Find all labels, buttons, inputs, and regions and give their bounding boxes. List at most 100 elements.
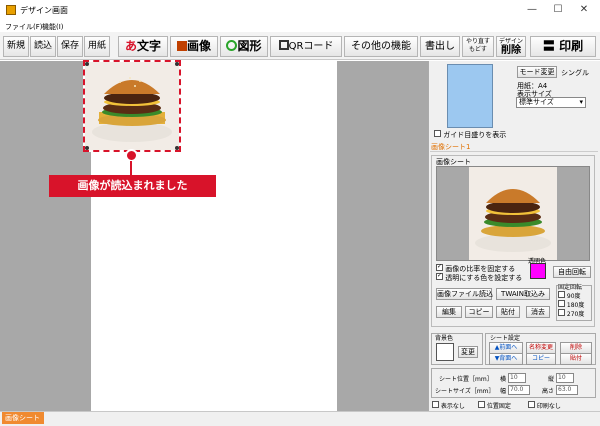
undo-label: もどす	[469, 46, 487, 53]
qr-button-label: QRコード	[288, 41, 334, 52]
lock-position-label: 位置固定	[486, 403, 511, 410]
paper-preview	[447, 64, 493, 128]
callout-label: 画像が読込まれました	[49, 175, 216, 197]
rotate-270-checkbox[interactable]	[558, 309, 565, 316]
menu-bar	[0, 20, 600, 32]
transparent-checkbox[interactable]	[436, 273, 443, 280]
sheet-position-label: シート位置［mm］	[439, 376, 493, 383]
shape-button[interactable]: 図形	[220, 36, 268, 57]
paste-sheet-button[interactable]: 貼付	[560, 353, 592, 365]
display-size-value: 標準サイズ	[519, 98, 554, 106]
lock-position-row[interactable]: 位置固定	[478, 401, 511, 410]
rotate-180-row[interactable]: 180度	[558, 300, 584, 309]
keep-ratio-checkbox[interactable]	[436, 264, 443, 271]
mode-change-button[interactable]: モード変更	[517, 66, 557, 78]
copy-button[interactable]: コピー	[465, 306, 493, 318]
delete-bottom-label: 削除	[501, 45, 521, 56]
shape-button-label: 図形	[237, 39, 262, 53]
background-color-label: 背景色	[435, 335, 454, 342]
transparent-set-label: 透明にする色を設定する	[445, 274, 523, 282]
text-button-label: 文字	[137, 39, 162, 53]
window-title: デザイン画面	[20, 6, 68, 15]
undo-button[interactable]: やり直す もどす	[462, 36, 494, 57]
width-label: 幅	[500, 388, 507, 395]
rotate-90-label: 90度	[566, 293, 581, 300]
lock-position-checkbox[interactable]	[478, 401, 485, 408]
display-size-select[interactable]: 標準サイズ ▾	[516, 97, 586, 108]
status-bar	[0, 411, 600, 426]
rotate-180-checkbox[interactable]	[558, 300, 565, 307]
no-print-row[interactable]: 印刷なし	[528, 401, 561, 410]
send-back-button[interactable]: ▼背面へ	[489, 353, 523, 365]
hide-label: 表示なし	[440, 403, 465, 410]
twain-import-button[interactable]: TWAIN取込み	[496, 288, 550, 300]
no-print-checkbox[interactable]	[528, 401, 535, 408]
text-tool-icon: あ	[124, 39, 137, 53]
print-button[interactable]: 〓 印刷	[530, 36, 596, 57]
rotate-180-label: 180度	[566, 302, 585, 309]
paper-button[interactable]: 用紙	[84, 36, 110, 57]
rotate-90-row[interactable]: 90度	[558, 291, 581, 300]
background-color-swatch[interactable]	[436, 343, 454, 361]
load-button[interactable]: 読込	[30, 36, 56, 57]
no-print-label: 印刷なし	[536, 403, 561, 410]
close-button[interactable]: ✕	[572, 2, 596, 18]
minimize-button[interactable]: —	[520, 2, 544, 18]
guide-label: ガイド目盛りを表示	[443, 131, 507, 139]
rotate-90-checkbox[interactable]	[558, 291, 565, 298]
image-button-label: 画像	[186, 39, 211, 53]
new-button[interactable]: 新規	[3, 36, 29, 57]
image-button[interactable]: 画像	[170, 36, 218, 57]
image-tool-icon	[176, 41, 187, 51]
text-button[interactable]: あ文字	[118, 36, 168, 57]
x-position-input[interactable]: 10	[508, 373, 526, 383]
title-bar	[0, 0, 600, 20]
y-position-input[interactable]: 10	[556, 373, 574, 383]
menu-function[interactable]: 機能(I)	[42, 22, 64, 32]
qr-button[interactable]: QRコード	[270, 36, 342, 57]
transparent-color-swatch[interactable]	[530, 263, 546, 279]
copy-sheet-button[interactable]: コピー	[526, 353, 556, 365]
hide-checkbox[interactable]	[432, 401, 439, 408]
tab-image-sheet-1[interactable]: 画像シート1	[431, 142, 470, 152]
fixed-rotation-label: 固定回転	[558, 282, 583, 291]
image-preview	[436, 166, 590, 261]
callout-line	[130, 161, 132, 175]
print-icon: 〓	[542, 39, 555, 53]
guide-checkbox-row[interactable]: ガイド目盛りを表示	[434, 130, 506, 140]
save-button[interactable]: 保存	[57, 36, 83, 57]
width-input[interactable]: 70.0	[508, 385, 530, 395]
y-label: 縦	[548, 376, 555, 383]
sheet-settings-label: シート設定	[490, 335, 521, 342]
height-label: 高さ	[542, 388, 555, 395]
paste-button[interactable]: 貼付	[496, 306, 520, 318]
chevron-down-icon: ▾	[579, 98, 583, 106]
sheet-size-label: シートサイズ［mm］	[435, 388, 495, 395]
status-sheet-tab[interactable]: 画像シート1	[2, 412, 44, 424]
selected-image-sheet[interactable]	[83, 60, 181, 152]
erase-button[interactable]: 消去	[526, 306, 550, 318]
menu-file[interactable]: ファイル(F)	[5, 22, 43, 32]
transparent-row[interactable]: 透明にする色を設定する	[436, 273, 522, 283]
app-icon	[6, 5, 16, 15]
print-button-label: 印刷	[559, 39, 584, 53]
rotate-270-label: 270度	[566, 311, 585, 318]
circle-icon	[226, 40, 238, 51]
redo-label: やり直す	[465, 38, 490, 45]
maximize-button[interactable]: ☐	[546, 2, 570, 18]
free-rotate-button[interactable]: 自由回転	[553, 266, 591, 278]
edit-button[interactable]: 編集	[436, 306, 462, 318]
guide-checkbox[interactable]	[434, 130, 441, 137]
background-change-button[interactable]: 変更	[458, 346, 478, 358]
rotate-270-row[interactable]: 270度	[558, 309, 584, 318]
qr-icon	[278, 40, 289, 50]
other-functions-button[interactable]: その他の機能	[344, 36, 418, 57]
burger-preview-image	[437, 167, 589, 260]
delete-design-button[interactable]: デザイン 削除	[496, 36, 526, 57]
burger-image	[85, 62, 179, 150]
export-button[interactable]: 書出し	[420, 36, 460, 57]
load-image-file-button[interactable]: 画像ファイル読込	[436, 288, 493, 300]
hide-row[interactable]: 表示なし	[432, 401, 465, 410]
height-input[interactable]: 63.0	[556, 385, 578, 395]
keep-ratio-label: 画像の比率を固定する	[445, 265, 516, 273]
